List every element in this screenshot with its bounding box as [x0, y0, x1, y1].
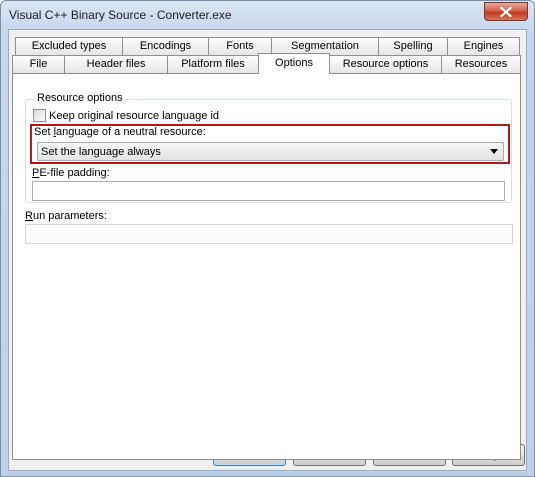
tab-file[interactable]: File	[12, 55, 65, 73]
neutral-language-select[interactable]: Set the language always	[37, 142, 504, 161]
tab-encodings[interactable]: Encodings	[122, 37, 209, 55]
dialog-client-area: Excluded types Encodings Fonts Segmentat…	[8, 29, 527, 471]
group-title: Resource options	[34, 92, 126, 104]
run-parameters-label: Run parameters:	[25, 210, 107, 222]
neutral-language-highlight: Set language of a neutral resource: Set …	[30, 124, 510, 164]
tab-header-files[interactable]: Header files	[64, 55, 168, 73]
pe-padding-label: PE-file padding:	[32, 167, 110, 179]
tab-spelling[interactable]: Spelling	[378, 37, 448, 55]
options-tab-panel: Resource options Keep original resource …	[12, 73, 521, 460]
tab-resource-options[interactable]: Resource options	[329, 55, 442, 73]
title-bar[interactable]: Visual C++ Binary Source - Converter.exe	[1, 1, 534, 29]
resource-options-group: Resource options Keep original resource …	[25, 92, 512, 203]
tab-resources[interactable]: Resources	[441, 55, 521, 73]
window-title: Visual C++ Binary Source - Converter.exe	[9, 8, 232, 22]
close-icon	[500, 6, 512, 17]
dialog-window: Visual C++ Binary Source - Converter.exe…	[0, 0, 535, 477]
tab-engines[interactable]: Engines	[447, 37, 520, 55]
pe-padding-input[interactable]	[32, 181, 505, 201]
close-button[interactable]	[484, 2, 528, 21]
keep-language-id-checkbox[interactable]	[33, 109, 46, 122]
neutral-language-label: Set language of a neutral resource:	[34, 126, 206, 138]
tab-platform-files[interactable]: Platform files	[167, 55, 259, 73]
keep-language-id-label: Keep original resource language id	[49, 109, 220, 122]
run-parameters-input[interactable]	[25, 224, 513, 244]
tab-excluded-types[interactable]: Excluded types	[15, 37, 123, 55]
keep-language-id-row[interactable]: Keep original resource language id	[33, 109, 219, 122]
neutral-language-value: Set the language always	[41, 145, 161, 158]
chevron-down-icon	[490, 149, 498, 154]
tab-options[interactable]: Options	[258, 53, 330, 74]
